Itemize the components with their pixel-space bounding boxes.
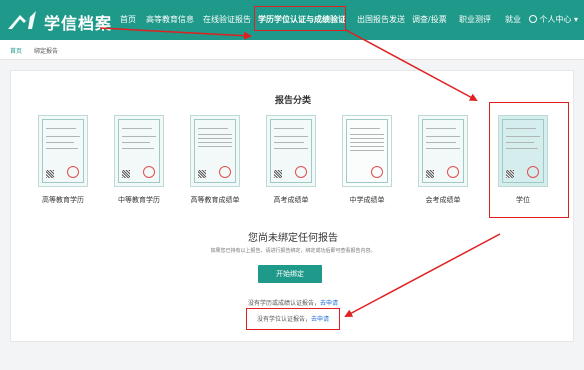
user-center-menu[interactable]: 个人中心 ▾ (529, 14, 578, 25)
nav-home[interactable]: 首页 (120, 14, 136, 25)
report-thumbnail-huikao-transcript[interactable] (418, 115, 468, 187)
nav-online-verification[interactable]: 在线验证报告 (203, 14, 251, 25)
logo-text: 学信档案 (44, 14, 113, 33)
breadcrumb: 首页 绑定报告 (0, 40, 584, 60)
seal-icon (447, 166, 459, 178)
empty-state-title: 您尚未绑定任何报告 (248, 233, 338, 244)
logo-icon (8, 11, 36, 29)
report-thumbnail-highschool-transcript[interactable] (342, 115, 392, 187)
category-label: 高等教育学历 (42, 196, 84, 204)
apply-text: 没有学历或成绩认证报告， (247, 300, 320, 307)
report-thumbnail-secondary-education[interactable] (114, 115, 164, 187)
category-label: 中等教育学历 (118, 196, 160, 204)
user-icon (529, 15, 538, 23)
seal-icon (371, 166, 383, 178)
annotation-box-nav (254, 6, 346, 31)
category-label: 高等教育成绩单 (190, 196, 240, 204)
seal-icon (67, 166, 79, 178)
report-thumbnail-gaokao-transcript[interactable] (266, 115, 316, 187)
breadcrumb-home[interactable]: 首页 (10, 46, 22, 55)
category-label: 中学成绩单 (349, 196, 385, 204)
start-binding-button[interactable]: 开始绑定 (258, 265, 322, 283)
nav-survey-vote[interactable]: 调查/投票 (412, 14, 447, 25)
category-label: 会考成绩单 (425, 196, 461, 204)
apply-certification-link[interactable]: 去申请 (320, 300, 338, 307)
chevron-down-icon: ▾ (573, 15, 578, 24)
nav-overseas-report[interactable]: 出国报告发送 (357, 14, 405, 25)
user-center-label: 个人中心 (539, 15, 572, 24)
seal-icon (295, 166, 307, 178)
report-thumbnail-higher-transcript[interactable] (190, 115, 240, 187)
nav-career-assessment[interactable]: 职业测评 (459, 14, 491, 25)
seal-icon (143, 166, 155, 178)
empty-state-description: 如果您已持有以上报告，请进行报告绑定，绑定成功后即可查看报告内容。 (210, 248, 376, 254)
category-label: 高考成绩单 (273, 196, 309, 204)
site-logo[interactable]: 学信档案 (6, 7, 111, 33)
annotation-box-degree (489, 102, 569, 218)
annotation-box-apply (246, 308, 340, 330)
apply-certification-row: 没有学历或成绩认证报告，去申请 (11, 298, 575, 307)
nav-higher-education[interactable]: 高等教育信息 (146, 14, 194, 25)
breadcrumb-current: 绑定报告 (34, 48, 59, 55)
report-thumbnail-higher-education[interactable] (38, 115, 88, 187)
seal-icon (219, 166, 231, 178)
nav-employment[interactable]: 就业 (505, 14, 521, 25)
